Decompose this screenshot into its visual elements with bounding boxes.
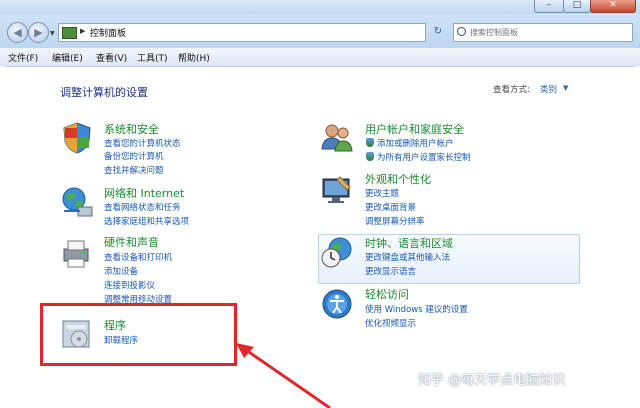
menu-bar: 文件(F) 编辑(E) 查看(V) 工具(T) 帮助(H): [0, 48, 640, 67]
back-button[interactable]: ◀: [7, 22, 28, 43]
link-add-device[interactable]: 添加设备: [104, 265, 138, 277]
main-content: 调整计算机的设置 查看方式: 类别 ▼ 系统和安全 查看您的计算机状态 备份您的…: [0, 67, 640, 408]
chevron-right-icon[interactable]: ▶: [80, 27, 85, 35]
user-accounts-icon[interactable]: [320, 121, 354, 155]
link-view-computer-status[interactable]: 查看您的计算机状态: [104, 137, 181, 149]
menu-view[interactable]: 查看(V): [96, 51, 127, 64]
link-windows-recommended-settings[interactable]: 使用 Windows 建议的设置: [365, 303, 468, 315]
uac-shield-icon: [366, 138, 374, 147]
link-keyboard-input[interactable]: 更改键盘或其他输入法: [365, 251, 450, 263]
appearance-monitor-icon[interactable]: [320, 173, 354, 207]
maximize-button[interactable]: □: [563, 0, 591, 13]
menu-tools[interactable]: 工具(T): [137, 51, 168, 64]
menu-file[interactable]: 文件(F): [8, 51, 38, 64]
view-by-label: 查看方式:: [493, 85, 530, 95]
link-network-status[interactable]: 查看网络状态和任务: [104, 201, 181, 213]
category-title-appearance[interactable]: 外观和个性化: [365, 171, 431, 187]
highlight-box: [40, 303, 237, 366]
watermark: 知乎 @每天学点电脑知识: [418, 373, 566, 388]
ease-of-access-icon[interactable]: [320, 287, 354, 321]
minimize-button[interactable]: –: [534, 0, 564, 13]
link-display-language[interactable]: 更改显示语言: [365, 265, 416, 277]
link-desktop-background[interactable]: 更改桌面背景: [365, 201, 416, 213]
menu-help[interactable]: 帮助(H): [178, 51, 210, 64]
address-bar[interactable]: ▶ 控制面板 ▼: [58, 23, 477, 42]
refresh-icon[interactable]: ↻: [428, 23, 448, 40]
printer-icon[interactable]: [60, 237, 94, 271]
search-box[interactable]: [453, 23, 633, 42]
view-by-select[interactable]: 类别: [540, 83, 557, 95]
link-parental-controls[interactable]: 为所有用户设置家长控制: [377, 151, 471, 163]
category-title-network[interactable]: 网络和 Internet: [104, 185, 184, 201]
breadcrumb[interactable]: 控制面板: [90, 26, 126, 39]
category-title-user-accounts[interactable]: 用户帐户和家庭安全: [365, 121, 464, 137]
category-title-system-security[interactable]: 系统和安全: [104, 121, 159, 137]
chevron-down-icon[interactable]: ▼: [563, 84, 568, 92]
link-change-theme[interactable]: 更改主题: [365, 187, 399, 199]
uac-shield-icon: [366, 152, 374, 161]
forward-button[interactable]: ▶: [28, 22, 49, 43]
link-add-remove-accounts[interactable]: 添加或删除用户帐户: [377, 137, 454, 149]
close-button[interactable]: ✕: [590, 0, 636, 13]
link-optimize-video[interactable]: 优化视频显示: [365, 317, 416, 329]
link-screen-resolution[interactable]: 调整屏幕分辨率: [365, 215, 425, 227]
clock-globe-icon[interactable]: [320, 235, 354, 269]
link-troubleshoot[interactable]: 查找并解决问题: [104, 164, 164, 176]
category-title-clock[interactable]: 时钟、语言和区域: [365, 235, 453, 251]
link-connect-projector[interactable]: 连接到投影仪: [104, 279, 155, 291]
title-bar: – □ ✕: [0, 0, 640, 14]
search-icon: [457, 27, 466, 36]
network-globe-icon[interactable]: [60, 185, 94, 219]
control-panel-icon: [62, 27, 77, 39]
category-title-ease-of-access[interactable]: 轻松访问: [365, 286, 409, 302]
menu-edit[interactable]: 编辑(E): [52, 51, 83, 64]
navigation-bar: ◀ ▶ ▼ ▶ 控制面板 ▼ ↻: [0, 14, 640, 49]
recent-pages-dropdown-icon[interactable]: ▼: [50, 30, 55, 37]
category-title-hardware[interactable]: 硬件和声音: [104, 234, 159, 250]
link-backup-computer[interactable]: 备份您的计算机: [104, 150, 164, 162]
system-security-shield-icon[interactable]: [60, 121, 94, 155]
page-title: 调整计算机的设置: [60, 86, 148, 99]
search-input[interactable]: [468, 25, 630, 40]
link-devices-printers[interactable]: 查看设备和打印机: [104, 251, 172, 263]
link-homegroup-sharing[interactable]: 选择家庭组和共享选项: [104, 215, 189, 227]
